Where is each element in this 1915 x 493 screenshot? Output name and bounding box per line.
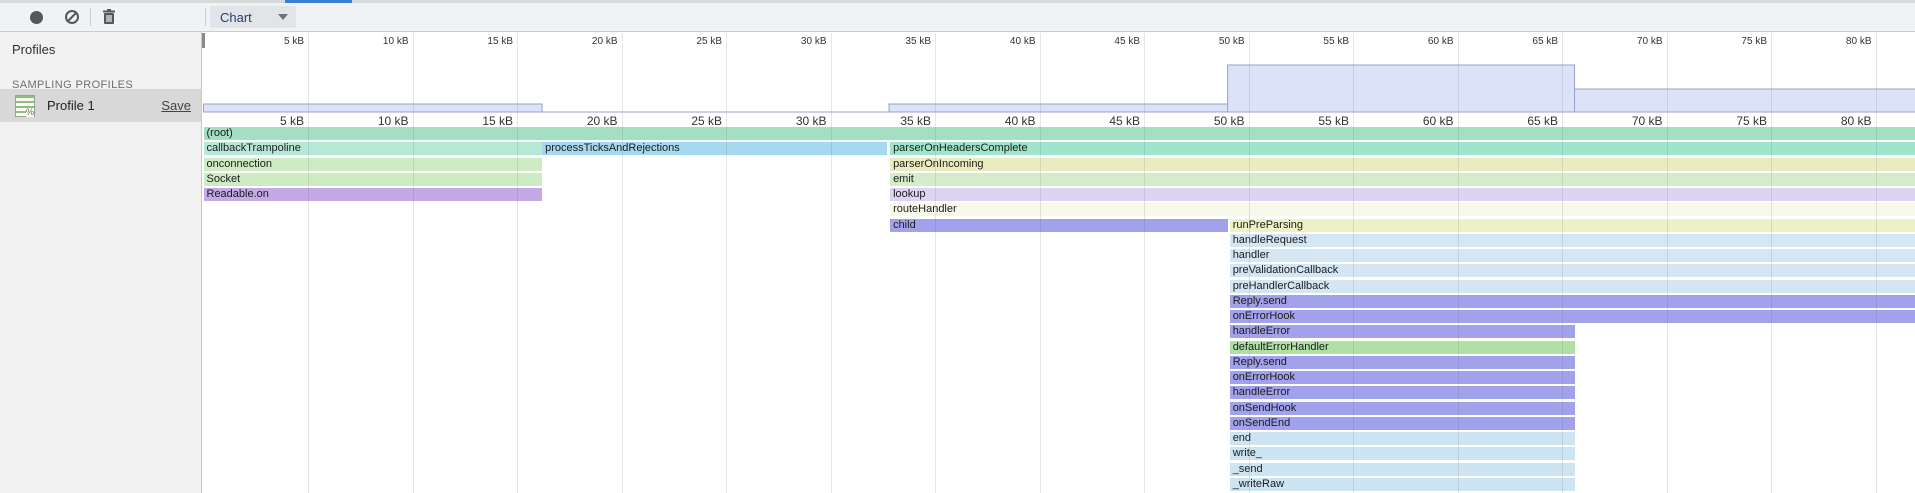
flame-bar[interactable]: handleError: [1230, 325, 1575, 338]
flame-bar[interactable]: lookup: [890, 188, 1915, 201]
ruler-label-bottom: 55 kB: [1279, 114, 1349, 128]
flame-bar[interactable]: (root): [204, 127, 1915, 140]
ruler-label-top: 60 kB: [1394, 36, 1454, 48]
ruler-label-bottom: 15 kB: [443, 114, 513, 128]
view-mode-value: Chart: [220, 10, 252, 25]
profile-name: Profile 1: [47, 98, 95, 113]
profiler-window: Chart Profiles SAMPLING PROFILES % Profi…: [0, 0, 1915, 493]
flame-bar[interactable]: defaultErrorHandler: [1230, 341, 1575, 354]
flame-bar[interactable]: Reply.send: [1230, 295, 1915, 308]
ruler-label-top: 65 kB: [1498, 36, 1558, 48]
trash-icon: [101, 8, 117, 26]
flame-bar[interactable]: emit: [890, 173, 1915, 186]
ruler-label-bottom: 25 kB: [652, 114, 722, 128]
sidebar-item-profile-1[interactable]: % Profile 1 Save: [0, 89, 201, 122]
ruler-label-top: 5 kB: [244, 36, 304, 48]
flame-bar[interactable]: write_: [1230, 447, 1575, 460]
view-mode-dropdown[interactable]: Chart: [210, 6, 296, 28]
flame-bar[interactable]: onSendHook: [1230, 402, 1575, 415]
ruler-label-bottom: 35 kB: [861, 114, 931, 128]
flame-bar[interactable]: _send: [1230, 463, 1575, 476]
ruler-label-top: 75 kB: [1707, 36, 1767, 48]
profiles-sidebar: Profiles SAMPLING PROFILES % Profile 1 S…: [0, 32, 202, 493]
ruler-label-top: 45 kB: [1080, 36, 1140, 48]
ruler-label-bottom: 30 kB: [757, 114, 827, 128]
ruler-label-top: 30 kB: [767, 36, 827, 48]
ruler-label-top: 10 kB: [349, 36, 409, 48]
profile-icon: %: [15, 95, 35, 117]
flame-bar[interactable]: handleError: [1230, 386, 1575, 399]
ruler-label-bottom: 5 kB: [234, 114, 304, 128]
ruler-label-top: 50 kB: [1185, 36, 1245, 48]
chevron-down-icon: [278, 14, 288, 20]
ruler-label-bottom: 65 kB: [1488, 114, 1558, 128]
flame-bar[interactable]: preValidationCallback: [1230, 264, 1915, 277]
toolbar-separator: [90, 8, 91, 26]
flame-bar[interactable]: onconnection: [204, 158, 543, 171]
ruler-label-top: 15 kB: [453, 36, 513, 48]
flame-bar[interactable]: onErrorHook: [1230, 371, 1575, 384]
ruler-label-bottom: 45 kB: [1070, 114, 1140, 128]
ruler-label-bottom: 70 kB: [1593, 114, 1663, 128]
ruler-label-bottom: 75 kB: [1697, 114, 1767, 128]
flame-bar[interactable]: Reply.send: [1230, 356, 1575, 369]
save-profile-link[interactable]: Save: [161, 98, 191, 113]
ruler-label-top: 20 kB: [558, 36, 618, 48]
ruler-label-bottom: 20 kB: [548, 114, 618, 128]
ruler-label-top: 80 kB: [1812, 36, 1872, 48]
ruler-label-bottom: 80 kB: [1802, 114, 1872, 128]
flame-bar[interactable]: parserOnHeadersComplete: [890, 142, 1915, 155]
flame-bar[interactable]: handleRequest: [1230, 234, 1915, 247]
ruler-label-bottom: 40 kB: [966, 114, 1036, 128]
toolbar-separator: [205, 8, 206, 26]
flame-chart-pane[interactable]: (root) callbackTrampolineprocessTicksAndR…: [202, 32, 1915, 493]
block-icon: [65, 10, 79, 24]
flame-bar[interactable]: preHandlerCallback: [1230, 280, 1915, 293]
clear-button[interactable]: [58, 4, 86, 30]
flame-bar[interactable]: callbackTrampoline: [204, 142, 543, 155]
flame-bar[interactable]: onSendEnd: [1230, 417, 1575, 430]
flame-bar[interactable]: Socket: [204, 173, 543, 186]
ruler-label-top: 40 kB: [976, 36, 1036, 48]
sidebar-title: Profiles: [0, 32, 201, 57]
ruler-label-bottom: 10 kB: [339, 114, 409, 128]
flame-bar[interactable]: Readable.on: [204, 188, 543, 201]
flame-bar[interactable]: end: [1230, 432, 1575, 445]
flame-bar[interactable]: routeHandler: [890, 203, 1915, 216]
ruler-label-top: 70 kB: [1603, 36, 1663, 48]
flame-bar[interactable]: _writeRaw: [1230, 478, 1575, 491]
flame-bar[interactable]: parserOnIncoming: [890, 158, 1915, 171]
flame-bar[interactable]: onErrorHook: [1230, 310, 1915, 323]
ruler-label-bottom: 60 kB: [1384, 114, 1454, 128]
profile-icon-percent: %: [26, 108, 34, 117]
sampling-profiles-section-label: SAMPLING PROFILES: [0, 57, 201, 91]
ruler-label-top: 55 kB: [1289, 36, 1349, 48]
flame-bar[interactable]: processTicksAndRejections: [542, 142, 887, 155]
record-button[interactable]: [22, 4, 50, 30]
record-icon: [30, 11, 43, 24]
ruler-label-bottom: 50 kB: [1175, 114, 1245, 128]
flame-bar[interactable]: handler: [1230, 249, 1915, 262]
flame-bar[interactable]: runPreParsing: [1230, 219, 1915, 232]
ruler-label-top: 25 kB: [662, 36, 722, 48]
profiler-toolbar: Chart: [0, 3, 1915, 32]
delete-profile-button[interactable]: [95, 4, 123, 30]
flame-bar[interactable]: child: [890, 219, 1228, 232]
ruler-label-top: 35 kB: [871, 36, 931, 48]
